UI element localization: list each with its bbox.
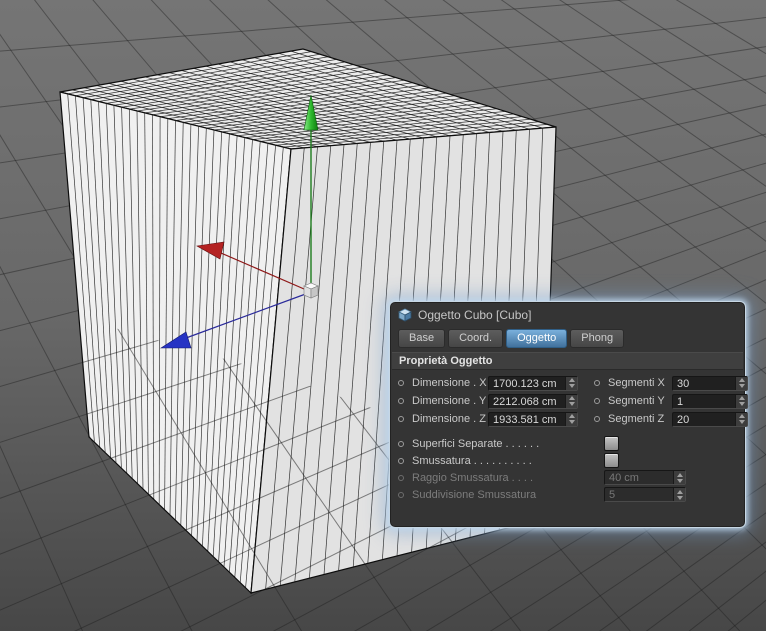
- spinner-down-icon[interactable]: [568, 402, 575, 406]
- spinner: [673, 471, 685, 484]
- field-label: Superfici Separate . . . . . .: [412, 437, 540, 450]
- record-dot[interactable]: [594, 416, 600, 422]
- spinner-down-icon: [676, 495, 683, 500]
- spinner: [673, 488, 685, 501]
- record-dot: [398, 474, 404, 481]
- dimension-z-input[interactable]: 1933.581 cm: [488, 411, 578, 427]
- spinner-down-icon[interactable]: [738, 384, 745, 388]
- record-dot[interactable]: [398, 457, 404, 464]
- record-dot[interactable]: [398, 416, 404, 422]
- record-dot[interactable]: [594, 380, 600, 386]
- spinner-down-icon[interactable]: [738, 402, 745, 406]
- input-value: 1933.581 cm: [493, 413, 557, 426]
- field-label: Segmenti Z: [608, 413, 665, 425]
- dimension-z-row: Dimensione . Z 1933.581 cm Segmenti Z 20: [390, 410, 748, 428]
- spinner-up-icon[interactable]: [738, 396, 745, 400]
- tab-oggetto[interactable]: Oggetto: [506, 329, 568, 348]
- record-dot[interactable]: [398, 398, 404, 404]
- spinner-up-icon[interactable]: [738, 414, 745, 418]
- input-value: 2212.068 cm: [493, 395, 557, 408]
- dimension-x-row: Dimensione . X 1700.123 cm Segmenti X 30: [390, 374, 748, 392]
- field-label: Dimensione . Z: [412, 413, 486, 425]
- cube-object-icon: [398, 308, 412, 322]
- field-label: Dimensione . Y: [412, 395, 487, 407]
- spinner-down-icon[interactable]: [568, 384, 575, 388]
- input-value: 30: [677, 377, 690, 390]
- record-dot: [398, 491, 404, 498]
- input-value: 1700.123 cm: [493, 377, 557, 390]
- segments-z-input[interactable]: 20: [672, 411, 748, 427]
- raggio-smussatura-input: 40 cm: [604, 470, 686, 485]
- field-label: Raggio Smussatura . . . .: [412, 471, 534, 484]
- input-value: 5: [609, 489, 616, 501]
- spinner-up-icon: [676, 472, 683, 477]
- spinner[interactable]: [735, 376, 747, 390]
- spinner[interactable]: [735, 412, 747, 426]
- spinner[interactable]: [565, 376, 577, 390]
- spinner-up-icon[interactable]: [568, 414, 575, 418]
- tab-coord[interactable]: Coord.: [448, 329, 504, 348]
- dimension-y-row: Dimensione . Y 2212.068 cm Segmenti Y 1: [390, 392, 748, 410]
- input-value: 40 cm: [609, 472, 639, 484]
- tab-phong[interactable]: Phong: [570, 329, 625, 348]
- tab-base[interactable]: Base: [398, 329, 446, 348]
- input-value: 20: [677, 413, 690, 426]
- superfici-separate-checkbox[interactable]: [604, 436, 619, 451]
- segments-x-input[interactable]: 30: [672, 375, 748, 391]
- suddivisione-smussatura-row: Suddivisione Smussatura 5: [390, 486, 745, 503]
- spinner[interactable]: [565, 412, 577, 426]
- raggio-smussatura-row: Raggio Smussatura . . . . 40 cm: [390, 469, 745, 486]
- record-dot[interactable]: [594, 398, 600, 404]
- record-dot[interactable]: [398, 380, 404, 386]
- panel-title: Oggetto Cubo [Cubo]: [418, 308, 532, 322]
- spinner-up-icon[interactable]: [738, 378, 745, 382]
- smussatura-row: Smussatura . . . . . . . . . .: [390, 452, 745, 469]
- viewport[interactable]: Oggetto Cubo [Cubo] Base Coord. Oggetto …: [0, 0, 766, 631]
- dimension-x-input[interactable]: 1700.123 cm: [488, 375, 578, 391]
- spinner[interactable]: [565, 394, 577, 408]
- spinner-up-icon: [676, 489, 683, 494]
- spinner-up-icon[interactable]: [568, 378, 575, 382]
- input-value: 1: [677, 395, 684, 408]
- spinner-down-icon[interactable]: [568, 420, 575, 424]
- superfici-separate-row: Superfici Separate . . . . . .: [390, 435, 745, 452]
- spinner-up-icon[interactable]: [568, 396, 575, 400]
- panel-titlebar[interactable]: Oggetto Cubo [Cubo]: [390, 302, 745, 326]
- section-header: Proprietà Oggetto: [392, 352, 743, 370]
- spinner-down-icon[interactable]: [738, 420, 745, 424]
- smussatura-checkbox[interactable]: [604, 453, 619, 468]
- record-dot[interactable]: [398, 440, 404, 447]
- dimension-y-input[interactable]: 2212.068 cm: [488, 393, 578, 409]
- field-label: Segmenti X: [608, 377, 665, 389]
- field-label: Dimensione . X: [412, 377, 487, 389]
- spinner-down-icon: [676, 478, 683, 483]
- segments-y-input[interactable]: 1: [672, 393, 748, 409]
- field-label: Suddivisione Smussatura: [412, 488, 537, 501]
- spinner[interactable]: [735, 394, 747, 408]
- field-label: Segmenti Y: [608, 395, 665, 407]
- suddivisione-smussatura-input: 5: [604, 487, 686, 502]
- tab-bar: Base Coord. Oggetto Phong: [398, 329, 737, 348]
- field-label: Smussatura . . . . . . . . . .: [412, 454, 532, 467]
- attribute-panel: Oggetto Cubo [Cubo] Base Coord. Oggetto …: [389, 301, 748, 528]
